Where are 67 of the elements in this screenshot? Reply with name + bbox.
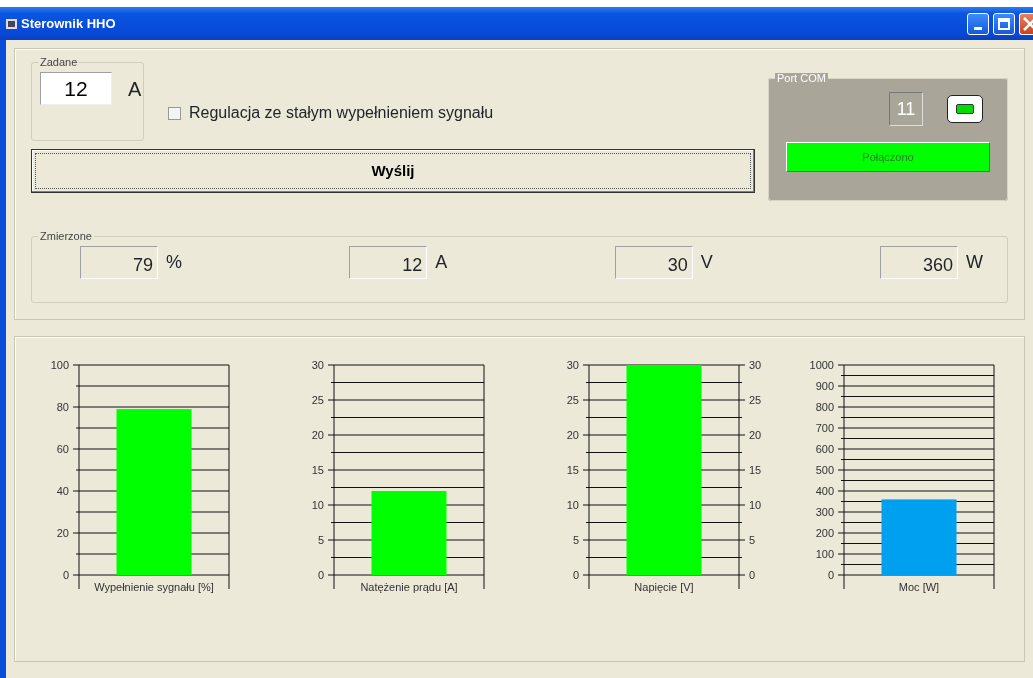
axis-tick-label: 900 [815,380,834,392]
close-button[interactable] [1019,12,1033,35]
axis-tick-label: 200 [815,527,834,539]
group-label: Port COM [775,73,828,84]
axis-tick-label: 700 [815,422,834,434]
reading-field: 360 [880,246,958,279]
axis-tick-label: 15 [311,464,324,476]
axis-tick-label: 60 [56,443,69,455]
category-label: Napięcie [V] [634,581,694,593]
axis-tick-label: 20 [311,429,324,441]
unit-label: A [128,76,142,102]
group-label: Zadane [39,57,79,68]
axis-tick-label: 10 [311,499,324,511]
axis-tick-label: 100 [50,359,69,371]
axis-tick-label: 400 [815,485,834,497]
axis-tick-label: 600 [815,443,834,455]
axis-tick-label: 30 [566,359,579,371]
checkbox[interactable] [168,106,181,120]
maximize-icon [998,17,1010,30]
axis-tick-label: 0 [572,569,579,581]
reading-field: 12 [349,246,428,279]
unit-label: % [166,251,182,274]
axis-tick-label: 10 [566,499,579,511]
axis-tick-label: 0 [749,569,756,581]
window-title: Sterownik HHO [21,14,116,33]
unit-label: W [966,251,983,274]
axis-tick-label: 30 [311,359,324,371]
axis-tick-label: 5 [572,534,579,546]
axis-tick-label: 500 [815,464,834,476]
connection-status: Połączono [786,142,990,172]
axis-tick-label: 25 [749,394,762,406]
axis-tick-label: 1000 [809,359,834,371]
axis-tick-label: 80 [56,401,69,413]
minimize-button[interactable] [967,12,989,35]
axis-tick-label: 25 [311,394,324,406]
axis-tick-label: 10 [749,499,762,511]
category-label: Wypełnienie sygnału [%] [94,581,214,593]
axis-tick-label: 30 [749,359,762,371]
checkbox-label[interactable]: Regulacja ze stałym wypełnieniem sygnału [189,101,494,125]
axis-tick-label: 20 [56,527,69,539]
axis-tick-label: 5 [749,534,756,546]
category-label: Natężenie prądu [A] [360,581,458,593]
axis-tick-label: 0 [827,569,834,581]
axis-tick-label: 0 [317,569,324,581]
axis-tick-label: 20 [566,429,579,441]
indicator-button[interactable] [947,95,983,123]
axis-tick-label: 5 [317,534,324,546]
category-label: Moc [W] [898,581,940,593]
axis-tick-label: 300 [815,506,834,518]
axis-tick-label: 15 [749,464,762,476]
axis-tick-label: 40 [56,485,69,497]
reading-field: 30 [614,246,693,279]
reading-field: 79 [80,246,158,279]
axis-tick-label: 25 [566,394,579,406]
axis-tick-label: 15 [566,464,579,476]
setpoint-field[interactable]: 12 [40,72,112,105]
minimize-icon [974,26,982,30]
send-button[interactable]: Wyślij [31,149,755,193]
axis-tick-label: 0 [62,569,69,581]
maximize-button[interactable] [993,12,1015,35]
axis-tick-label: 800 [815,401,834,413]
axis-tick-label: 20 [749,429,762,441]
unit-label: A [435,251,448,274]
axis-tick-label: 100 [815,548,834,560]
group-label: Zmierzone [39,231,93,242]
app-icon [6,18,17,29]
unit-label: V [700,251,713,274]
